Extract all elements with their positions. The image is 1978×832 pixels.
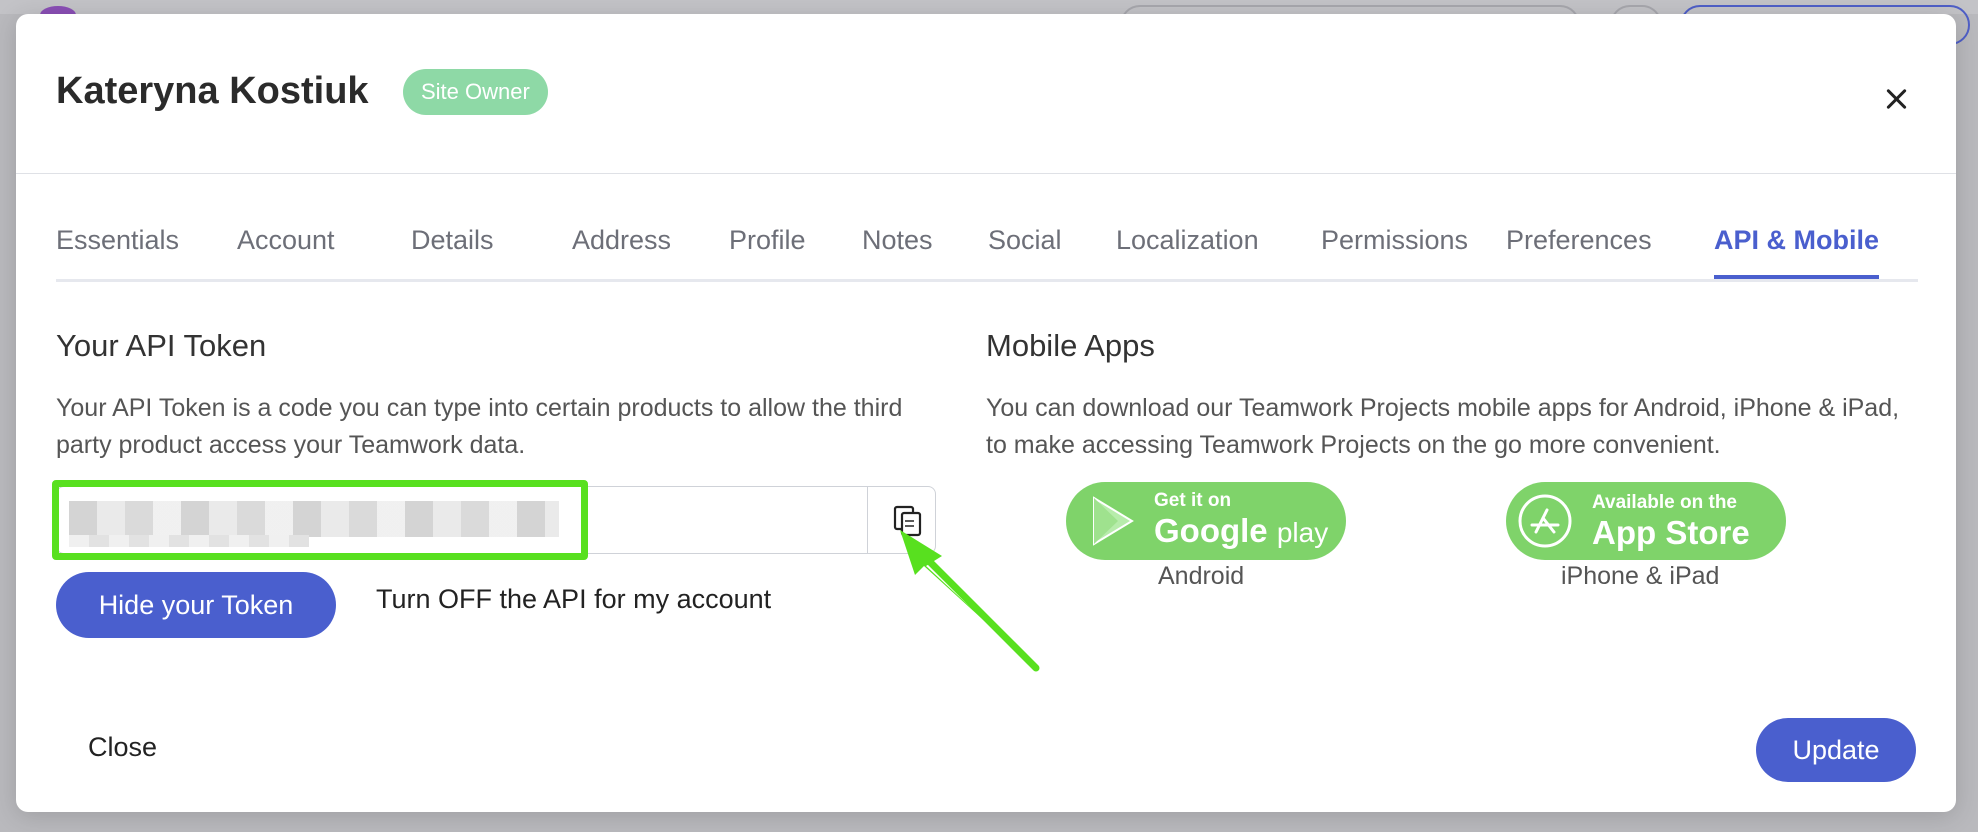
annotation-arrow xyxy=(900,530,1040,672)
